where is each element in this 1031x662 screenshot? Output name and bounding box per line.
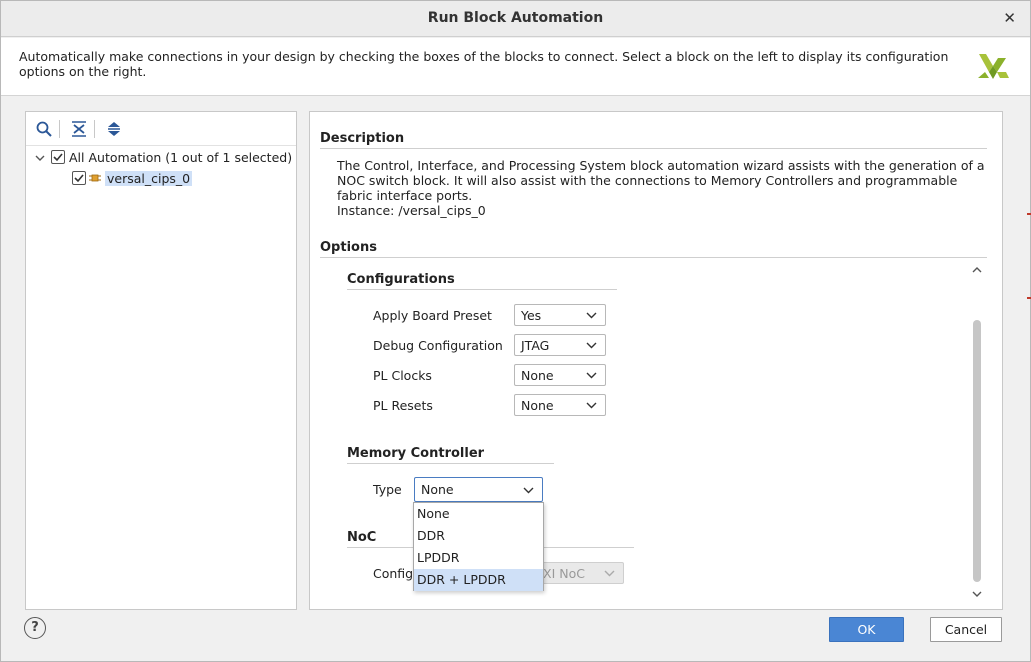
versal-cips-checkbox[interactable] xyxy=(72,171,86,185)
description-heading: Description xyxy=(320,131,405,146)
memory-type-select[interactable]: None xyxy=(414,477,543,502)
collapse-all-icon[interactable] xyxy=(70,120,88,138)
block-tree-panel: All Automation (1 out of 1 selected) ver… xyxy=(25,111,297,610)
debug-configuration-label: Debug Configuration xyxy=(373,338,503,353)
dialog-title: Run Block Automation xyxy=(427,10,604,26)
noc-heading: NoC xyxy=(347,530,377,545)
search-icon[interactable] xyxy=(35,120,53,138)
dropdown-option-ddr[interactable]: DDR xyxy=(414,525,543,547)
vivado-logo-icon xyxy=(978,54,1009,79)
chevron-down-icon xyxy=(586,312,597,319)
title-bar: Run Block Automation ✕ xyxy=(1,1,1030,37)
memory-type-label: Type xyxy=(373,482,402,497)
noc-config-select: XI NoC xyxy=(534,562,624,584)
description-text: The Control, Interface, and Processing S… xyxy=(337,158,987,218)
tree-row-all-automation[interactable]: All Automation (1 out of 1 selected) xyxy=(26,148,296,168)
cancel-button[interactable]: Cancel xyxy=(930,617,1002,642)
chevron-down-icon xyxy=(604,570,615,577)
dropdown-option-ddr-lpddr[interactable]: DDR + LPDDR xyxy=(414,569,543,591)
pl-resets-select[interactable]: None xyxy=(514,394,606,416)
chevron-down-icon xyxy=(586,402,597,409)
close-icon[interactable]: ✕ xyxy=(1003,9,1016,27)
pl-clocks-label: PL Clocks xyxy=(373,368,432,383)
ok-button[interactable]: OK xyxy=(829,617,904,642)
instance-text: Instance: /versal_cips_0 xyxy=(337,203,486,218)
background-edge-mark xyxy=(1027,297,1031,299)
info-banner: Automatically make connections in your d… xyxy=(1,38,1030,96)
chevron-down-icon xyxy=(586,342,597,349)
debug-configuration-select[interactable]: JTAG xyxy=(514,334,606,356)
background-edge-mark xyxy=(1027,213,1031,215)
pl-clocks-select[interactable]: None xyxy=(514,364,606,386)
scrollbar-thumb[interactable] xyxy=(973,320,981,582)
configurations-heading: Configurations xyxy=(347,272,455,287)
tree-row-versal-cips[interactable]: versal_cips_0 xyxy=(26,169,296,189)
chevron-down-icon xyxy=(586,372,597,379)
tree-toolbar xyxy=(26,112,296,146)
help-button[interactable]: ? xyxy=(24,617,46,639)
versal-cips-label[interactable]: versal_cips_0 xyxy=(105,171,193,186)
apply-board-preset-label: Apply Board Preset xyxy=(373,308,492,323)
expand-all-icon[interactable] xyxy=(105,120,123,138)
scroll-down-icon[interactable] xyxy=(971,588,983,600)
all-automation-checkbox[interactable] xyxy=(51,150,65,164)
chevron-down-icon xyxy=(523,487,534,494)
dropdown-option-lpddr[interactable]: LPDDR xyxy=(414,547,543,569)
apply-board-preset-select[interactable]: Yes xyxy=(514,304,606,326)
chevron-down-icon[interactable] xyxy=(34,152,46,164)
run-block-automation-dialog: Run Block Automation ✕ Automatically mak… xyxy=(0,0,1031,662)
memory-controller-heading: Memory Controller xyxy=(347,446,485,461)
memory-type-dropdown-list: None DDR LPDDR DDR + LPDDR xyxy=(413,502,544,591)
options-scrollbar[interactable] xyxy=(970,262,986,602)
scroll-up-icon[interactable] xyxy=(971,264,983,276)
ip-block-icon xyxy=(89,174,101,182)
pl-resets-label: PL Resets xyxy=(373,398,433,413)
info-text: Automatically make connections in your d… xyxy=(19,49,949,79)
dropdown-option-none[interactable]: None xyxy=(414,503,543,525)
all-automation-label: All Automation (1 out of 1 selected) xyxy=(69,150,293,165)
options-heading: Options xyxy=(320,240,377,255)
noc-config-label: Config xyxy=(373,566,414,581)
